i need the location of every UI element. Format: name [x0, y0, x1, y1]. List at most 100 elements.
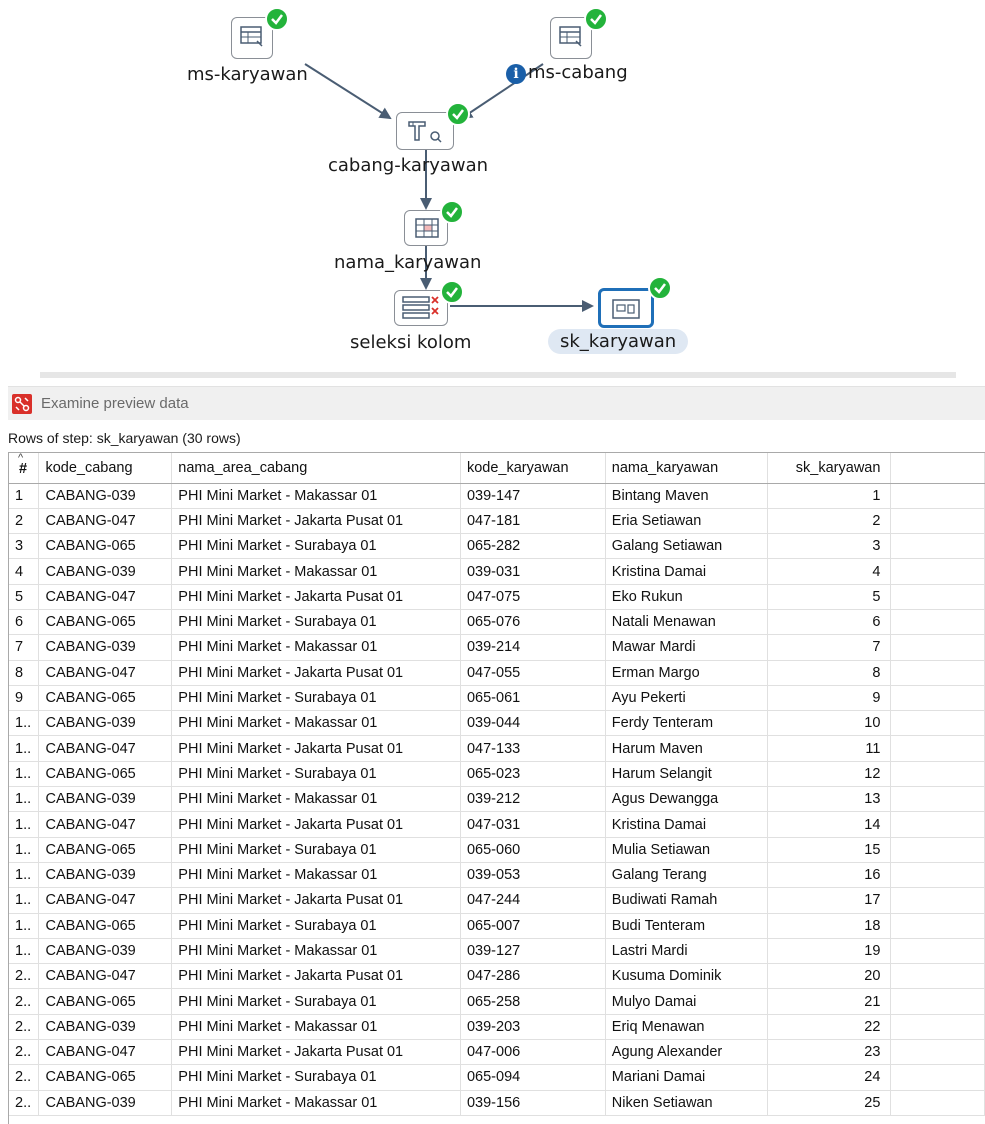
nama-karyawan-cell[interactable]: Mawar Mardi: [605, 634, 768, 661]
kode-cabang-cell[interactable]: CABANG-047: [38, 887, 173, 914]
sk-karyawan-cell[interactable]: 3: [767, 533, 892, 560]
table-row[interactable]: 6 CABANG-065 PHI Mini Market - Surabaya 01…: [9, 609, 985, 636]
kode-karyawan-cell[interactable]: 065-094: [460, 1064, 606, 1091]
table-row[interactable]: 2.. CABANG-065 PHI Mini Market - Surabaya …: [9, 988, 985, 1015]
kode-karyawan-cell[interactable]: 047-031: [460, 811, 606, 838]
nama-area-cabang-cell[interactable]: PHI Mini Market - Surabaya 01: [171, 533, 461, 560]
sk-karyawan-cell[interactable]: 12: [767, 761, 892, 788]
kode-karyawan-cell[interactable]: 047-133: [460, 735, 606, 762]
panel-divider[interactable]: [40, 372, 956, 378]
row-number[interactable]: 4: [9, 558, 40, 585]
nama-karyawan-cell[interactable]: Mulia Setiawan: [605, 837, 768, 863]
step-seleksi-kolom[interactable]: [394, 280, 464, 326]
nama-karyawan-cell[interactable]: Galang Terang: [605, 862, 768, 889]
nama-area-cabang-cell[interactable]: PHI Mini Market - Makassar 01: [171, 634, 461, 661]
table-row[interactable]: 3 CABANG-065 PHI Mini Market - Surabaya 01…: [9, 533, 985, 560]
kode-cabang-cell[interactable]: CABANG-039: [38, 862, 173, 889]
sk-karyawan-cell[interactable]: 8: [767, 660, 892, 686]
nama-area-cabang-cell[interactable]: PHI Mini Market - Makassar 01: [171, 1090, 461, 1116]
row-number[interactable]: 5: [9, 584, 40, 610]
step-cabang-karyawan[interactable]: [396, 102, 470, 150]
kode-cabang-cell[interactable]: CABANG-065: [38, 913, 173, 939]
sk-karyawan-cell[interactable]: 2: [767, 508, 892, 535]
kode-karyawan-cell[interactable]: 039-044: [460, 710, 606, 737]
table-row[interactable]: 1 CABANG-039 PHI Mini Market - Makassar 01…: [9, 483, 985, 509]
kode-karyawan-cell[interactable]: 065-061: [460, 685, 606, 712]
step-sk-karyawan[interactable]: [598, 276, 672, 328]
sk-karyawan-cell[interactable]: 4: [767, 558, 892, 585]
nama-karyawan-cell[interactable]: Agung Alexander: [605, 1039, 768, 1066]
kode-cabang-cell[interactable]: CABANG-065: [38, 988, 173, 1015]
row-number[interactable]: 1..: [9, 887, 40, 914]
nama-karyawan-cell[interactable]: Mariani Damai: [605, 1064, 768, 1091]
nama-area-cabang-cell[interactable]: PHI Mini Market - Surabaya 01: [171, 837, 461, 863]
kode-cabang-cell[interactable]: CABANG-039: [38, 938, 173, 965]
table-row[interactable]: 2 CABANG-047 PHI Mini Market - Jakarta Pus…: [9, 508, 985, 535]
nama-area-cabang-cell[interactable]: PHI Mini Market - Surabaya 01: [171, 761, 461, 788]
sk-karyawan-cell[interactable]: 19: [767, 938, 892, 965]
nama-area-cabang-cell[interactable]: PHI Mini Market - Makassar 01: [171, 483, 461, 509]
kode-cabang-cell[interactable]: CABANG-039: [38, 786, 173, 813]
kode-karyawan-cell[interactable]: 047-244: [460, 887, 606, 914]
nama-karyawan-cell[interactable]: Ayu Pekerti: [605, 685, 768, 712]
nama-karyawan-cell[interactable]: Niken Setiawan: [605, 1090, 768, 1116]
step-nama-karyawan[interactable]: [404, 200, 464, 246]
sk-karyawan-cell[interactable]: 13: [767, 786, 892, 813]
nama-area-cabang-cell[interactable]: PHI Mini Market - Jakarta Pusat 01: [171, 963, 461, 990]
table-row[interactable]: 2.. CABANG-039 PHI Mini Market - Makassar …: [9, 1090, 985, 1116]
nama-karyawan-cell[interactable]: Agus Dewangga: [605, 786, 768, 813]
row-number[interactable]: 1..: [9, 913, 40, 939]
table-row[interactable]: 1.. CABANG-039 PHI Mini Market - Makassar …: [9, 710, 985, 737]
nama-area-cabang-cell[interactable]: PHI Mini Market - Makassar 01: [171, 786, 461, 813]
sk-karyawan-cell[interactable]: 15: [767, 837, 892, 863]
nama-karyawan-cell[interactable]: Galang Setiawan: [605, 533, 768, 560]
kode-cabang-cell[interactable]: CABANG-047: [38, 963, 173, 990]
kode-karyawan-cell[interactable]: 065-007: [460, 913, 606, 939]
column-header-sk-karyawan[interactable]: sk_karyawan: [767, 453, 892, 484]
nama-karyawan-cell[interactable]: Kristina Damai: [605, 558, 768, 585]
nama-karyawan-cell[interactable]: Kristina Damai: [605, 811, 768, 838]
kode-karyawan-cell[interactable]: 047-286: [460, 963, 606, 990]
sk-karyawan-cell[interactable]: 24: [767, 1064, 892, 1091]
nama-karyawan-cell[interactable]: Natali Menawan: [605, 609, 768, 636]
transformation-canvas[interactable]: ms-karyawan i ms-cabang cabang-karyawan …: [0, 0, 985, 370]
step-ms-cabang[interactable]: [550, 7, 608, 59]
step-ms-karyawan[interactable]: [231, 7, 289, 59]
nama-karyawan-cell[interactable]: Bintang Maven: [605, 483, 768, 509]
row-number-header[interactable]: ^ #: [9, 453, 40, 484]
nama-area-cabang-cell[interactable]: PHI Mini Market - Jakarta Pusat 01: [171, 584, 461, 610]
nama-karyawan-cell[interactable]: Eria Setiawan: [605, 508, 768, 535]
row-number[interactable]: 1..: [9, 837, 40, 863]
kode-cabang-cell[interactable]: CABANG-039: [38, 634, 173, 661]
kode-cabang-cell[interactable]: CABANG-065: [38, 837, 173, 863]
nama-area-cabang-cell[interactable]: PHI Mini Market - Makassar 01: [171, 558, 461, 585]
kode-cabang-cell[interactable]: CABANG-039: [38, 558, 173, 585]
nama-karyawan-cell[interactable]: Eko Rukun: [605, 584, 768, 610]
table-row[interactable]: 9 CABANG-065 PHI Mini Market - Surabaya 01…: [9, 685, 985, 712]
kode-cabang-cell[interactable]: CABANG-047: [38, 508, 173, 535]
kode-cabang-cell[interactable]: CABANG-039: [38, 710, 173, 737]
nama-karyawan-cell[interactable]: Eriq Menawan: [605, 1014, 768, 1041]
kode-cabang-cell[interactable]: CABANG-065: [38, 1064, 173, 1091]
nama-karyawan-cell[interactable]: Budiwati Ramah: [605, 887, 768, 914]
table-row[interactable]: 1.. CABANG-065 PHI Mini Market - Surabaya …: [9, 913, 985, 939]
table-row[interactable]: 2.. CABANG-039 PHI Mini Market - Makassar …: [9, 1014, 985, 1041]
kode-karyawan-cell[interactable]: 039-147: [460, 483, 606, 509]
kode-karyawan-cell[interactable]: 047-055: [460, 660, 606, 686]
row-number[interactable]: 2..: [9, 1039, 40, 1066]
row-number[interactable]: 3: [9, 533, 40, 560]
kode-cabang-cell[interactable]: CABANG-047: [38, 735, 173, 762]
nama-area-cabang-cell[interactable]: PHI Mini Market - Makassar 01: [171, 862, 461, 889]
row-number[interactable]: 1..: [9, 938, 40, 965]
table-row[interactable]: 1.. CABANG-039 PHI Mini Market - Makassar …: [9, 862, 985, 889]
sk-karyawan-cell[interactable]: 6: [767, 609, 892, 636]
sk-karyawan-cell[interactable]: 25: [767, 1090, 892, 1116]
kode-karyawan-cell[interactable]: 039-156: [460, 1090, 606, 1116]
kode-cabang-cell[interactable]: CABANG-065: [38, 761, 173, 788]
info-icon[interactable]: i: [506, 64, 526, 84]
row-number[interactable]: 2..: [9, 1090, 40, 1116]
nama-area-cabang-cell[interactable]: PHI Mini Market - Jakarta Pusat 01: [171, 660, 461, 686]
preview-data-grid[interactable]: ^ # kode_cabang nama_area_cabang kode_ka…: [8, 452, 985, 1124]
nama-area-cabang-cell[interactable]: PHI Mini Market - Jakarta Pusat 01: [171, 508, 461, 535]
table-row[interactable]: 1.. CABANG-047 PHI Mini Market - Jakarta P…: [9, 887, 985, 914]
